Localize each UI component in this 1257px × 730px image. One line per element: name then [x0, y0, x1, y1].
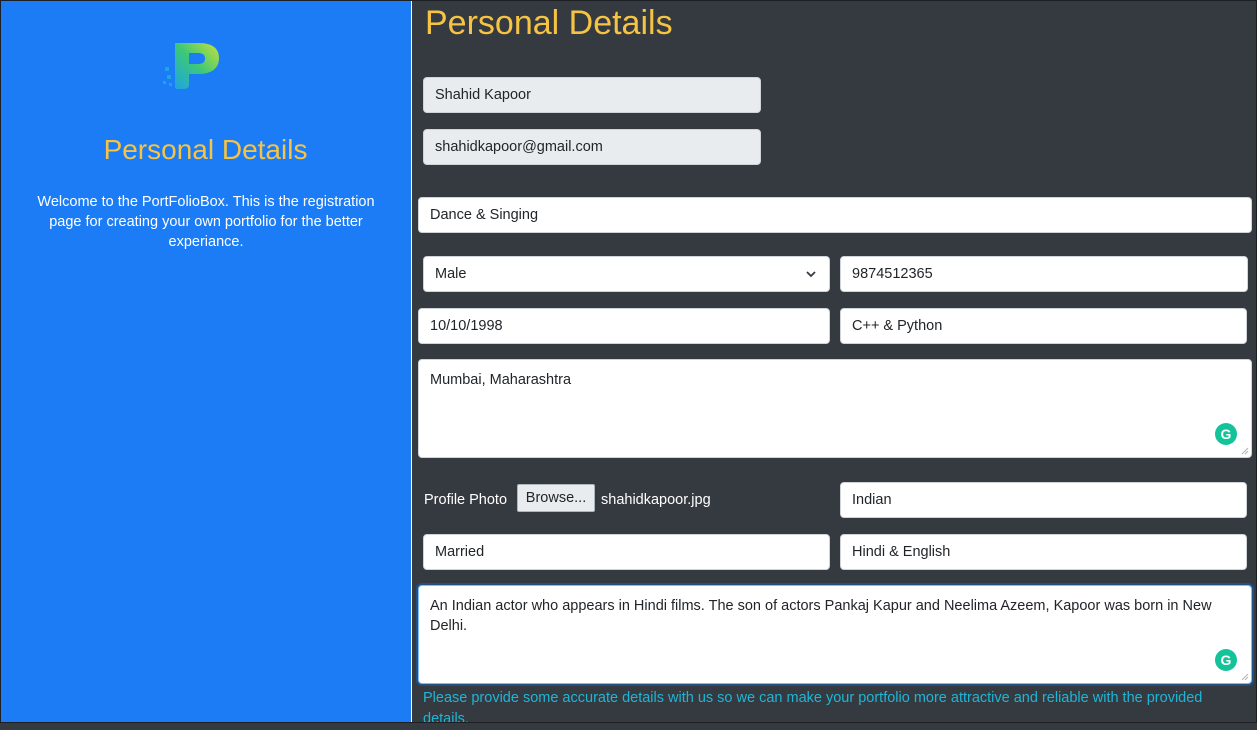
help-text: Please provide some accurate details wit…: [423, 690, 1203, 727]
resize-handle-icon[interactable]: [1241, 673, 1249, 681]
marital-status-value: Married: [435, 544, 485, 560]
hobbies-value: Dance & Singing: [430, 207, 539, 223]
name-field[interactable]: Shahid Kapoor: [423, 77, 761, 113]
languages-field[interactable]: Hindi & English: [840, 534, 1247, 570]
address-value: Mumbai, Maharashtra: [430, 372, 572, 388]
phone-value: 9874512365: [852, 266, 933, 282]
marital-status-field[interactable]: Married: [423, 534, 830, 570]
divider: [411, 0, 412, 723]
nationality-field[interactable]: Indian: [840, 482, 1247, 518]
name-value: Shahid Kapoor: [435, 87, 531, 103]
phone-field[interactable]: 9874512365: [840, 256, 1248, 292]
address-textarea[interactable]: Mumbai, Maharashtra G: [418, 359, 1252, 458]
grammarly-icon[interactable]: G: [1215, 649, 1237, 671]
photo-file-name: shahidkapoor.jpg: [601, 492, 711, 508]
dob-value: 10/10/1998: [430, 318, 503, 334]
chevron-down-icon: [806, 271, 816, 278]
hobbies-field[interactable]: Dance & Singing: [418, 197, 1252, 233]
nationality-value: Indian: [852, 492, 892, 508]
grammarly-icon[interactable]: G: [1215, 423, 1237, 445]
sidebar-description: Welcome to the PortFolioBox. This is the…: [37, 194, 375, 250]
skills-value: C++ & Python: [852, 318, 943, 334]
gender-select[interactable]: Male: [423, 256, 830, 292]
languages-value: Hindi & English: [852, 544, 951, 560]
sidebar-title: Personal Details: [103, 134, 308, 165]
resize-handle-icon[interactable]: [1241, 447, 1249, 455]
skills-field[interactable]: C++ & Python: [840, 308, 1247, 344]
bio-value: An Indian actor who appears in Hindi fil…: [430, 598, 1212, 634]
dob-field[interactable]: 10/10/1998: [418, 308, 830, 344]
portfoliobox-logo: [163, 43, 219, 89]
browse-button[interactable]: Browse...: [517, 484, 595, 512]
email-field[interactable]: shahidkapoor@gmail.com: [423, 129, 761, 165]
bio-textarea[interactable]: An Indian actor who appears in Hindi fil…: [418, 585, 1252, 684]
sidebar: Personal Details Welcome to the PortFoli…: [0, 0, 411, 723]
page-title: Personal Details: [425, 4, 673, 42]
email-value: shahidkapoor@gmail.com: [435, 139, 603, 155]
profile-photo-label: Profile Photo: [424, 492, 508, 508]
gender-value: Male: [435, 266, 467, 282]
